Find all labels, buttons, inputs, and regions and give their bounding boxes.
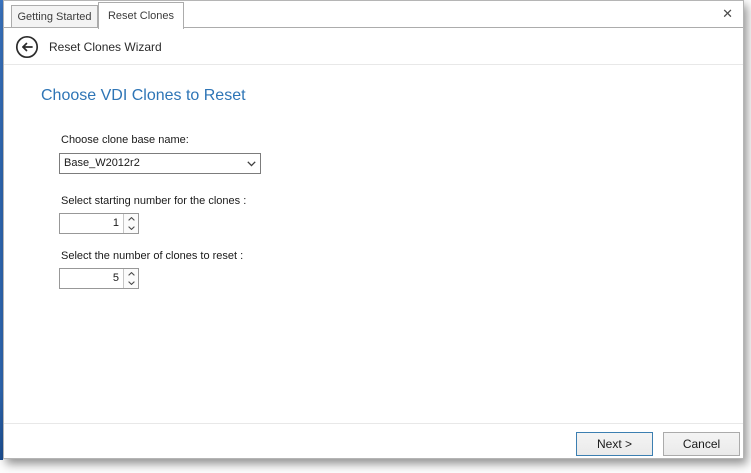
spin-up-icon[interactable]: [124, 269, 138, 279]
page-title: Choose VDI Clones to Reset: [41, 87, 246, 105]
spin-down-icon[interactable]: [124, 279, 138, 289]
clone-base-name-label: Choose clone base name:: [61, 134, 189, 146]
screen: Getting Started Reset Clones ✕ Reset Clo…: [0, 0, 751, 473]
clone-count-value: 5: [60, 269, 123, 288]
spin-down-icon[interactable]: [124, 224, 138, 234]
tab-reset-clones-label: Reset Clones: [108, 10, 174, 22]
cancel-button[interactable]: Cancel: [663, 432, 740, 456]
reset-clones-wizard-dialog: Getting Started Reset Clones ✕ Reset Clo…: [3, 0, 744, 459]
clone-count-stepper[interactable]: 5: [59, 268, 139, 289]
starting-number-spin-buttons: [123, 214, 138, 233]
tab-getting-started[interactable]: Getting Started: [11, 5, 98, 28]
footer-divider: [4, 423, 743, 424]
next-button[interactable]: Next >: [576, 432, 653, 456]
starting-number-stepper[interactable]: 1: [59, 213, 139, 234]
clone-base-name-value: Base_W2012r2: [60, 154, 242, 173]
back-arrow-icon: [15, 35, 39, 59]
wizard-header: Reset Clones Wizard: [4, 29, 743, 64]
starting-number-label: Select starting number for the clones :: [61, 195, 246, 207]
clone-base-name-select[interactable]: Base_W2012r2: [59, 153, 261, 174]
wizard-title: Reset Clones Wizard: [49, 40, 162, 54]
tab-reset-clones[interactable]: Reset Clones: [98, 2, 184, 29]
back-button[interactable]: [15, 35, 39, 59]
close-icon[interactable]: ✕: [722, 6, 733, 21]
spin-up-icon[interactable]: [124, 214, 138, 224]
header-divider: [4, 64, 743, 65]
tab-getting-started-label: Getting Started: [18, 11, 92, 23]
starting-number-value: 1: [60, 214, 123, 233]
clone-count-label: Select the number of clones to reset :: [61, 250, 243, 262]
chevron-down-icon[interactable]: [242, 154, 260, 173]
clone-count-spin-buttons: [123, 269, 138, 288]
tab-bar: Getting Started Reset Clones ✕: [4, 1, 743, 28]
